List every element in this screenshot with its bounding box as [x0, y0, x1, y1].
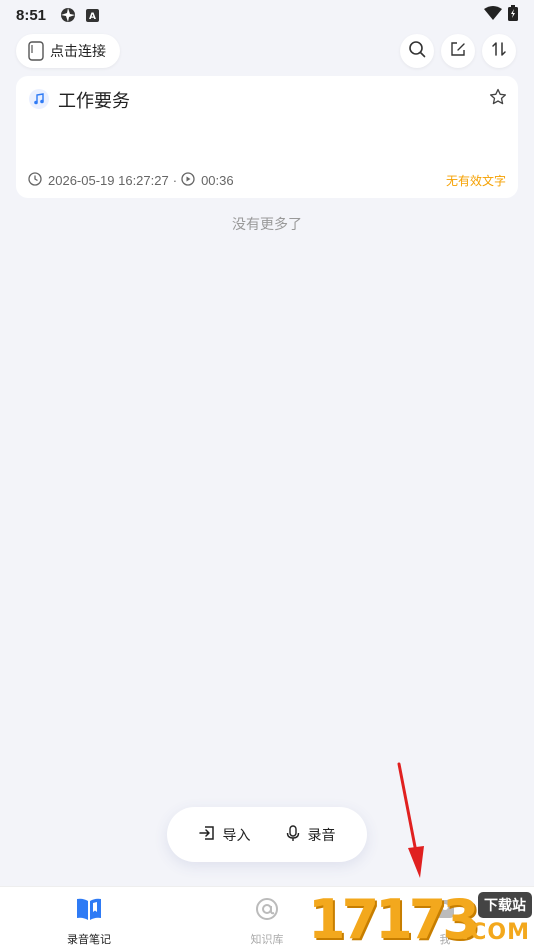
edit-icon — [450, 41, 466, 62]
play-circle-icon — [181, 172, 195, 189]
microphone-icon — [286, 824, 300, 845]
top-bar: 点击连接 — [0, 34, 534, 70]
connect-device-button[interactable]: 点击连接 — [16, 34, 120, 68]
aperture-icon — [60, 7, 76, 23]
clock-icon — [28, 172, 42, 189]
at-icon — [255, 897, 279, 926]
nav-label-knowledge-base: 知识库 — [250, 934, 284, 946]
import-label: 导入 — [222, 826, 251, 843]
search-icon — [408, 40, 426, 63]
recording-card[interactable]: 工作要务 2026-05-19 16:27:27 · 00:36 无有效文字 — [16, 76, 518, 198]
connect-label: 点击连接 — [50, 43, 106, 59]
watermark-tag: 下载站 — [478, 892, 532, 918]
wifi-icon — [484, 6, 502, 24]
music-note-icon — [29, 89, 49, 109]
svg-text:A: A — [89, 12, 96, 22]
recording-meta: 2026-05-19 16:27:27 · 00:36 — [28, 172, 237, 189]
meta-separator: · — [172, 173, 178, 188]
sort-button[interactable] — [482, 34, 516, 68]
book-icon — [75, 897, 103, 926]
nav-label-recording-notes: 录音笔记 — [67, 934, 111, 946]
record-label: 录音 — [307, 826, 336, 843]
record-button[interactable]: 录音 — [286, 824, 336, 845]
recorder-device-icon — [28, 41, 44, 61]
favorite-star-icon[interactable] — [489, 88, 507, 111]
search-button[interactable] — [400, 34, 434, 68]
edit-button[interactable] — [441, 34, 475, 68]
recording-title: 工作要务 — [58, 91, 130, 111]
list-end-text: 没有更多了 — [232, 216, 302, 232]
status-bar: 8:51 A — [0, 0, 534, 30]
recording-datetime: 2026-05-19 16:27:27 — [48, 173, 169, 188]
transcript-status: 无有效文字 — [445, 174, 506, 188]
watermark-logo: 17173 下载站 .COM — [308, 888, 534, 950]
nav-recording-notes[interactable]: 录音笔记 — [0, 887, 178, 950]
battery-icon — [508, 5, 518, 25]
watermark-number: 17173 — [308, 888, 480, 950]
app-a-icon: A — [86, 8, 100, 22]
recording-duration: 00:36 — [201, 173, 234, 188]
import-icon — [198, 825, 215, 844]
action-pill: 导入 录音 — [167, 807, 367, 862]
sort-icon — [491, 41, 507, 62]
import-button[interactable]: 导入 — [198, 825, 251, 845]
status-time: 8:51 — [16, 6, 47, 24]
watermark-domain: .COM — [460, 920, 530, 945]
